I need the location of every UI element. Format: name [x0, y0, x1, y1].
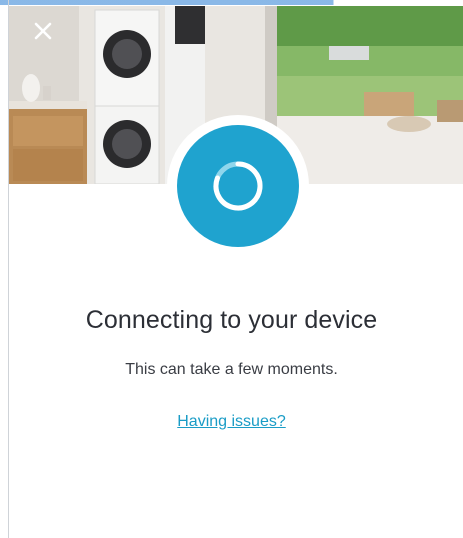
close-icon	[34, 22, 52, 40]
status-title: Connecting to your device	[85, 306, 378, 334]
connecting-screen: Connecting to your device This can take …	[0, 0, 463, 538]
having-issues-link[interactable]: Having issues?	[177, 413, 286, 430]
close-button[interactable]	[30, 18, 56, 44]
loading-spinner-icon	[213, 161, 263, 211]
status-subtitle: This can take a few moments.	[125, 361, 338, 378]
help-link-container: Having issues?	[0, 413, 463, 431]
